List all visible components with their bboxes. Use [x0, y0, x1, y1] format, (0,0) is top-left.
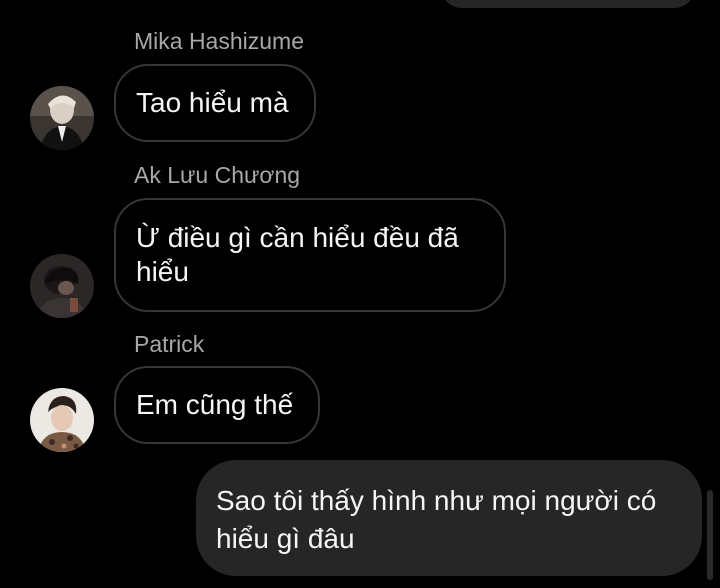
avatar-patrick[interactable] — [30, 388, 94, 452]
message-text-ak: Ừ điều gì cần hiểu đều đã hiểu — [136, 222, 459, 287]
avatar-ak-image — [30, 254, 94, 318]
message-bubble-ak[interactable]: Ừ điều gì cần hiểu đều đã hiểu — [114, 198, 506, 312]
message-bubble-mika[interactable]: Tao hiểu mà — [114, 64, 316, 142]
message-text-mika: Tao hiểu mà — [136, 87, 289, 118]
avatar-mika-image — [30, 86, 94, 150]
sender-name-patrick: Patrick — [134, 331, 205, 357]
outgoing-message-bubble[interactable]: Sao tôi thấy hình như mọi người có hiểu … — [196, 460, 702, 576]
avatar-mika[interactable] — [30, 86, 94, 150]
sender-name-ak: Ak Lưu Chương — [134, 162, 301, 188]
outgoing-message-text: Sao tôi thấy hình như mọi người có hiểu … — [216, 485, 657, 554]
avatar-patrick-image — [30, 388, 94, 452]
sender-name-mika: Mika Hashizume — [134, 28, 304, 54]
avatar-ak[interactable] — [30, 254, 94, 318]
message-bubble-patrick[interactable]: Em cũng thế — [114, 366, 320, 444]
message-text-patrick: Em cũng thế — [136, 389, 294, 420]
scrollbar[interactable] — [707, 490, 713, 580]
previous-message-bubble[interactable] — [442, 0, 694, 8]
